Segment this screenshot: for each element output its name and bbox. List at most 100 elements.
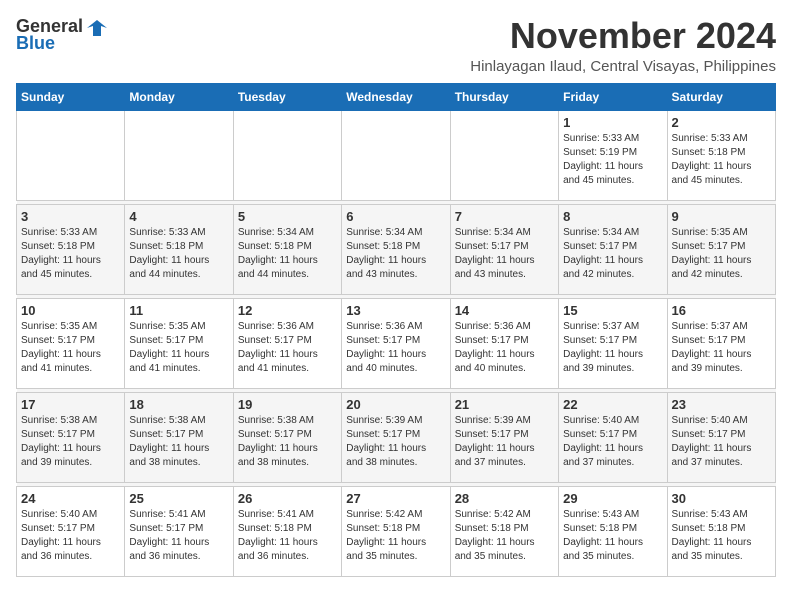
weekday-header-wednesday: Wednesday <box>342 83 450 110</box>
day-info: Sunrise: 5:33 AM Sunset: 5:19 PM Dayligh… <box>563 132 662 188</box>
day-number: 18 <box>129 397 228 412</box>
day-number: 11 <box>129 303 228 318</box>
calendar-week-5: 24 Sunrise: 5:40 AM Sunset: 5:17 PM Dayli… <box>17 486 776 576</box>
day-info: Sunrise: 5:34 AM Sunset: 5:17 PM Dayligh… <box>455 226 554 282</box>
day-number: 12 <box>238 303 337 318</box>
calendar-cell: 25Sunrise: 5:41 AM Sunset: 5:17 PM Dayli… <box>125 486 233 576</box>
day-info: Sunrise: 5:39 AM Sunset: 5:17 PM Dayligh… <box>346 414 445 470</box>
weekday-header-monday: Monday <box>125 83 233 110</box>
day-info: Sunrise: 5:33 AM Sunset: 5:18 PM Dayligh… <box>129 226 228 282</box>
day-number: 10 <box>21 303 120 318</box>
calendar-week-3: 10 Sunrise: 5:35 AM Sunset: 5:17 PM Dayli… <box>17 298 776 388</box>
day-number: 8 <box>563 209 662 224</box>
calendar-cell: 4Sunrise: 5:33 AM Sunset: 5:18 PM Daylig… <box>125 204 233 294</box>
day-number: 17 <box>21 397 120 412</box>
calendar-week-4: 17 Sunrise: 5:38 AM Sunset: 5:17 PM Dayli… <box>17 392 776 482</box>
calendar-week-2: 3 Sunrise: 5:33 AM Sunset: 5:18 PM Daylig… <box>17 204 776 294</box>
calendar-cell: 23 Sunrise: 5:40 AM Sunset: 5:17 PM Dayli… <box>667 392 775 482</box>
page-header: General Blue November 2024 Hinlayagan Il… <box>16 16 776 75</box>
day-number: 27 <box>346 491 445 506</box>
calendar-cell: 18 Sunrise: 5:38 AM Sunset: 5:17 PM Dayli… <box>125 392 233 482</box>
day-info: Sunrise: 5:35 AM Sunset: 5:17 PM Dayligh… <box>21 320 120 376</box>
weekday-header-saturday: Saturday <box>667 83 775 110</box>
day-info: Sunrise: 5:34 AM Sunset: 5:17 PM Dayligh… <box>563 226 662 282</box>
weekday-header-friday: Friday <box>559 83 667 110</box>
day-info: Sunrise: 5:33 AM Sunset: 5:18 PM Dayligh… <box>21 226 120 282</box>
day-number: 14 <box>455 303 554 318</box>
weekday-header-tuesday: Tuesday <box>233 83 341 110</box>
day-info: Sunrise: 5:38 AM Sunset: 5:17 PM Dayligh… <box>21 414 120 470</box>
calendar-cell <box>342 110 450 200</box>
day-info: Sunrise: 5:41 AM Sunset: 5:18 PM Dayligh… <box>238 508 337 564</box>
day-info: Sunrise: 5:38 AM Sunset: 5:17 PM Dayligh… <box>129 414 228 470</box>
day-info: Sunrise: 5:42 AM Sunset: 5:18 PM Dayligh… <box>455 508 554 564</box>
day-info: Sunrise: 5:40 AM Sunset: 5:17 PM Dayligh… <box>563 414 662 470</box>
day-number: 3 <box>21 209 120 224</box>
calendar-cell: 5 Sunrise: 5:34 AM Sunset: 5:18 PM Daylig… <box>233 204 341 294</box>
calendar-cell <box>233 110 341 200</box>
day-number: 1 <box>563 115 662 130</box>
day-info: Sunrise: 5:40 AM Sunset: 5:17 PM Dayligh… <box>672 414 771 470</box>
day-info: Sunrise: 5:36 AM Sunset: 5:17 PM Dayligh… <box>238 320 337 376</box>
weekday-header-sunday: Sunday <box>17 83 125 110</box>
day-number: 5 <box>238 209 337 224</box>
day-info: Sunrise: 5:43 AM Sunset: 5:18 PM Dayligh… <box>563 508 662 564</box>
weekday-header-thursday: Thursday <box>450 83 558 110</box>
day-number: 25 <box>129 491 228 506</box>
calendar-cell: 16 Sunrise: 5:37 AM Sunset: 5:17 PM Dayli… <box>667 298 775 388</box>
day-info: Sunrise: 5:39 AM Sunset: 5:17 PM Dayligh… <box>455 414 554 470</box>
day-info: Sunrise: 5:42 AM Sunset: 5:18 PM Dayligh… <box>346 508 445 564</box>
calendar-cell: 28 Sunrise: 5:42 AM Sunset: 5:18 PM Dayli… <box>450 486 558 576</box>
day-info: Sunrise: 5:35 AM Sunset: 5:17 PM Dayligh… <box>129 320 228 376</box>
day-info: Sunrise: 5:34 AM Sunset: 5:18 PM Dayligh… <box>346 226 445 282</box>
weekday-header-row: SundayMondayTuesdayWednesdayThursdayFrid… <box>17 83 776 110</box>
day-number: 30 <box>672 491 771 506</box>
day-number: 28 <box>455 491 554 506</box>
logo: General Blue <box>16 16 107 54</box>
day-number: 13 <box>346 303 445 318</box>
day-number: 2 <box>672 115 771 130</box>
day-info: Sunrise: 5:40 AM Sunset: 5:17 PM Dayligh… <box>21 508 120 564</box>
day-number: 16 <box>672 303 771 318</box>
calendar-cell: 1 Sunrise: 5:33 AM Sunset: 5:19 PM Daylig… <box>559 110 667 200</box>
calendar-cell: 29 Sunrise: 5:43 AM Sunset: 5:18 PM Dayli… <box>559 486 667 576</box>
calendar-cell: 13Sunrise: 5:36 AM Sunset: 5:17 PM Dayli… <box>342 298 450 388</box>
day-number: 22 <box>563 397 662 412</box>
calendar-cell: 19Sunrise: 5:38 AM Sunset: 5:17 PM Dayli… <box>233 392 341 482</box>
day-number: 29 <box>563 491 662 506</box>
calendar-cell: 14 Sunrise: 5:36 AM Sunset: 5:17 PM Dayli… <box>450 298 558 388</box>
day-info: Sunrise: 5:34 AM Sunset: 5:18 PM Dayligh… <box>238 226 337 282</box>
location-title: Hinlayagan Ilaud, Central Visayas, Phili… <box>470 58 776 75</box>
day-number: 26 <box>238 491 337 506</box>
calendar-cell: 21 Sunrise: 5:39 AM Sunset: 5:17 PM Dayli… <box>450 392 558 482</box>
calendar-cell: 26 Sunrise: 5:41 AM Sunset: 5:18 PM Dayli… <box>233 486 341 576</box>
day-number: 23 <box>672 397 771 412</box>
day-number: 21 <box>455 397 554 412</box>
calendar-cell: 3 Sunrise: 5:33 AM Sunset: 5:18 PM Daylig… <box>17 204 125 294</box>
day-number: 7 <box>455 209 554 224</box>
title-area: November 2024 Hinlayagan Ilaud, Central … <box>470 16 776 75</box>
calendar-cell: 27 Sunrise: 5:42 AM Sunset: 5:18 PM Dayli… <box>342 486 450 576</box>
calendar-cell: 7 Sunrise: 5:34 AM Sunset: 5:17 PM Daylig… <box>450 204 558 294</box>
day-info: Sunrise: 5:37 AM Sunset: 5:17 PM Dayligh… <box>563 320 662 376</box>
day-number: 15 <box>563 303 662 318</box>
logo-blue-text: Blue <box>16 33 107 54</box>
calendar-cell: 15 Sunrise: 5:37 AM Sunset: 5:17 PM Dayli… <box>559 298 667 388</box>
day-number: 24 <box>21 491 120 506</box>
calendar-cell: 22 Sunrise: 5:40 AM Sunset: 5:17 PM Dayli… <box>559 392 667 482</box>
calendar-cell: 20Sunrise: 5:39 AM Sunset: 5:17 PM Dayli… <box>342 392 450 482</box>
day-info: Sunrise: 5:37 AM Sunset: 5:17 PM Dayligh… <box>672 320 771 376</box>
day-info: Sunrise: 5:43 AM Sunset: 5:18 PM Dayligh… <box>672 508 771 564</box>
day-info: Sunrise: 5:35 AM Sunset: 5:17 PM Dayligh… <box>672 226 771 282</box>
day-number: 6 <box>346 209 445 224</box>
calendar-table: SundayMondayTuesdayWednesdayThursdayFrid… <box>16 83 776 577</box>
month-title: November 2024 <box>470 16 776 56</box>
calendar-cell: 11 Sunrise: 5:35 AM Sunset: 5:17 PM Dayli… <box>125 298 233 388</box>
day-info: Sunrise: 5:36 AM Sunset: 5:17 PM Dayligh… <box>455 320 554 376</box>
calendar-cell: 6 Sunrise: 5:34 AM Sunset: 5:18 PM Daylig… <box>342 204 450 294</box>
calendar-cell: 8 Sunrise: 5:34 AM Sunset: 5:17 PM Daylig… <box>559 204 667 294</box>
calendar-cell: 17 Sunrise: 5:38 AM Sunset: 5:17 PM Dayli… <box>17 392 125 482</box>
calendar-cell: 9Sunrise: 5:35 AM Sunset: 5:17 PM Daylig… <box>667 204 775 294</box>
calendar-cell: 2Sunrise: 5:33 AM Sunset: 5:18 PM Daylig… <box>667 110 775 200</box>
calendar-cell: 30 Sunrise: 5:43 AM Sunset: 5:18 PM Dayli… <box>667 486 775 576</box>
